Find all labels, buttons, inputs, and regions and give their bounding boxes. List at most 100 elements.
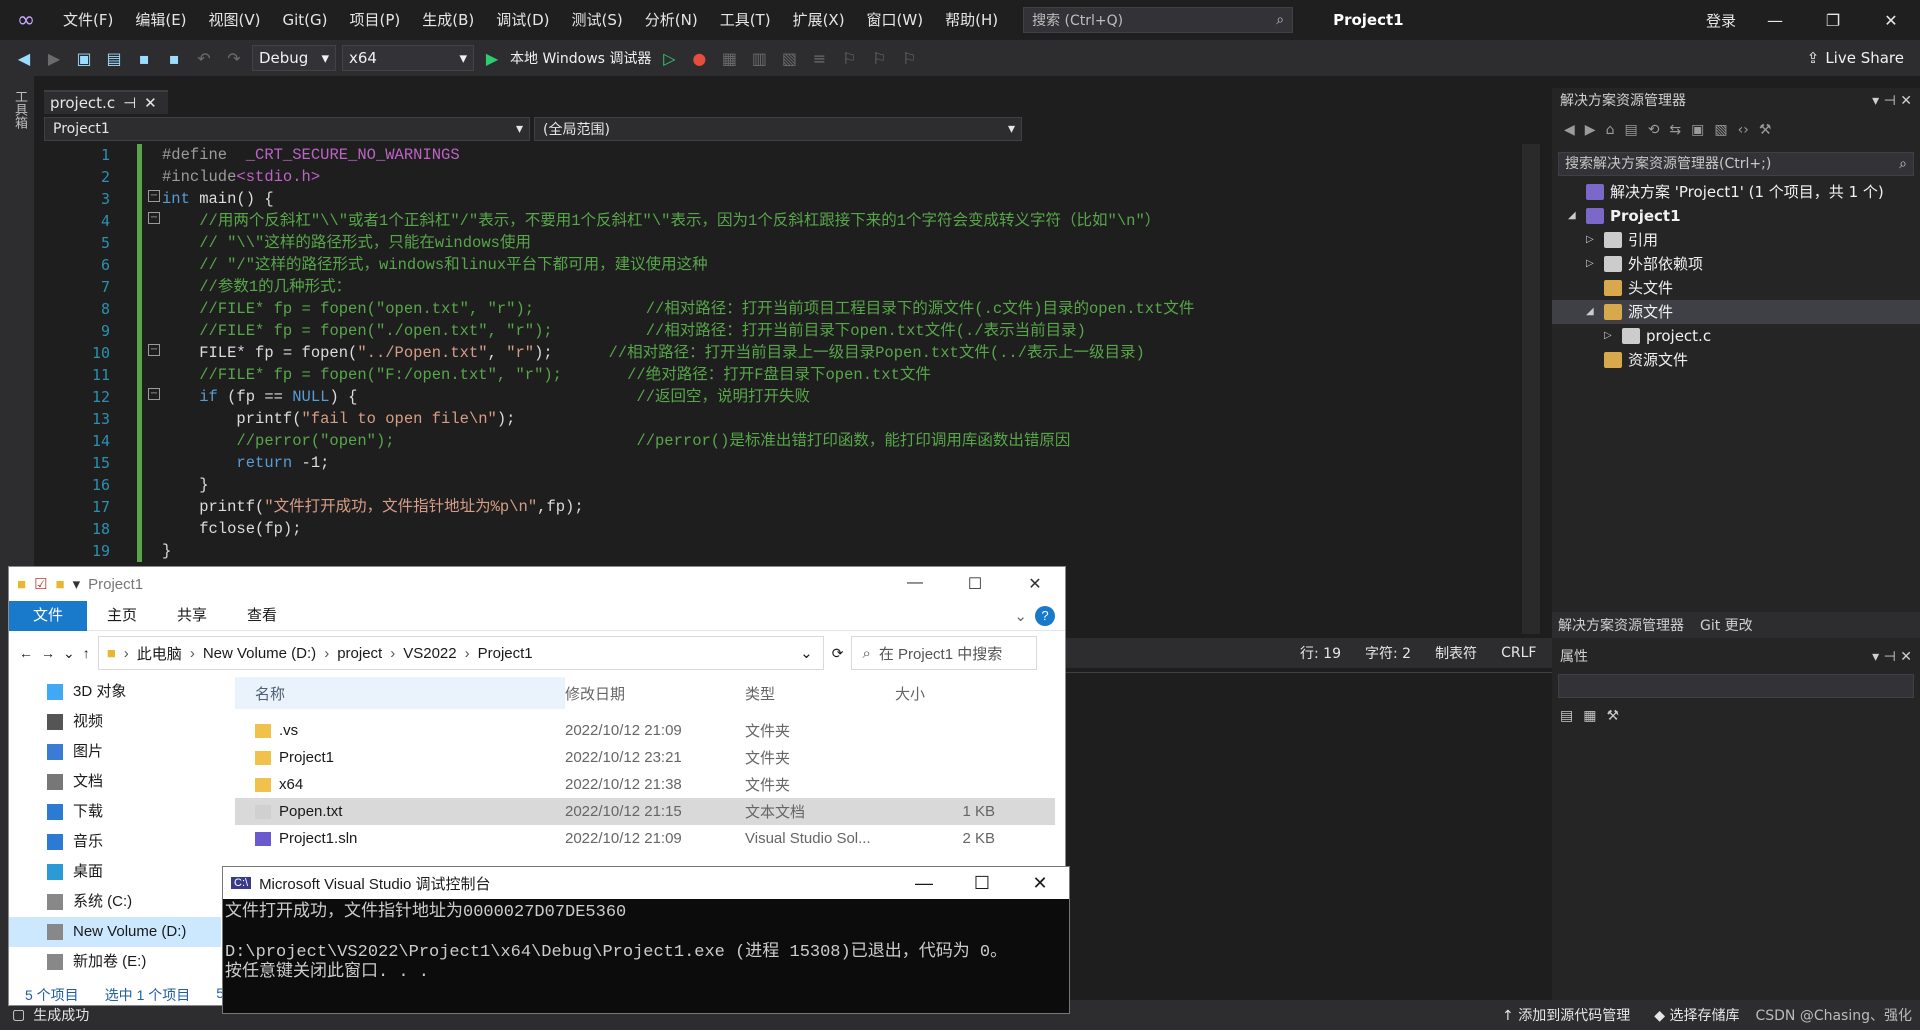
scope-navigation-dropdown[interactable]: (全局范围) ▾ <box>534 117 1022 141</box>
nav-item[interactable]: 文档 <box>9 767 221 797</box>
refresh-icon[interactable]: ⟳ <box>832 645 844 662</box>
code-line[interactable]: if (fp == NULL) { //返回空，说明打开失败 <box>162 386 1512 408</box>
layout-icon[interactable]: ▥ <box>747 46 771 70</box>
pending-changes-icon[interactable]: ⟲ <box>1648 122 1660 138</box>
ribbon-tab-share[interactable]: 共享 <box>157 601 227 631</box>
file-row[interactable]: x64 2022/10/12 21:38 文件夹 <box>235 771 1055 798</box>
save-icon[interactable]: ▪ <box>132 46 156 70</box>
close-button[interactable]: ✕ <box>1862 0 1920 40</box>
close-button[interactable]: ✕ <box>1005 574 1065 594</box>
file-row[interactable]: .vs 2022/10/12 21:09 文件夹 <box>235 717 1055 744</box>
properties-check-icon[interactable]: ☑ <box>34 575 47 593</box>
project-navigation-dropdown[interactable]: Project1 ▾ <box>44 117 530 141</box>
close-button[interactable]: ✕ <box>1011 873 1069 894</box>
menu-item[interactable]: 文件(F) <box>52 0 124 40</box>
bookmark-prev-icon[interactable]: ⚐ <box>867 46 891 70</box>
column-date[interactable]: 修改日期 <box>565 683 745 704</box>
forward-icon[interactable]: ▶ <box>1585 122 1596 138</box>
back-icon[interactable]: ← <box>19 645 33 661</box>
breadcrumb-separator-icon[interactable]: › <box>324 645 329 662</box>
nav-item[interactable]: 视频 <box>9 707 221 737</box>
nav-item[interactable]: 新加卷 (E:) <box>9 947 221 977</box>
nav-item[interactable]: 图片 <box>9 737 221 767</box>
nav-item[interactable]: 桌面 <box>9 857 221 887</box>
expand-arrow-icon[interactable]: ▷ <box>1586 228 1598 252</box>
tab-git-changes[interactable]: Git 更改 <box>1700 615 1753 635</box>
code-editor[interactable]: #define _CRT_SECURE_NO_WARNINGS #include<… <box>162 144 1512 562</box>
menu-item[interactable]: 编辑(E) <box>124 0 197 40</box>
column-type[interactable]: 类型 <box>745 683 895 704</box>
ribbon-tab-home[interactable]: 主页 <box>87 601 157 631</box>
menu-item[interactable]: 项目(P) <box>339 0 412 40</box>
expand-arrow-icon[interactable]: ▷ <box>1586 252 1598 276</box>
browse-icon[interactable]: ▦ <box>717 46 741 70</box>
menu-item[interactable]: 视图(V) <box>198 0 272 40</box>
minimize-button[interactable]: — <box>885 574 945 594</box>
fold-toggle-icon[interactable]: − <box>148 212 160 224</box>
breadcrumb-separator-icon[interactable]: › <box>465 645 470 662</box>
panel-options-icon[interactable]: ▾ ⊣ ✕ <box>1872 644 1912 670</box>
forward-icon[interactable]: → <box>41 645 55 661</box>
up-icon[interactable]: ↑ <box>83 645 90 661</box>
tree-item[interactable]: ◢ Project1 <box>1552 204 1920 228</box>
tree-item[interactable]: ▷ 外部依赖项 <box>1552 252 1920 276</box>
categorized-icon[interactable]: ▤ <box>1560 708 1573 724</box>
start-without-debugging-icon[interactable]: ▷ <box>657 46 681 70</box>
code-line[interactable]: fclose(fp); <box>162 518 1512 540</box>
code-line[interactable]: // "\\"这样的路径形式，只能在windows使用 <box>162 232 1512 254</box>
file-row[interactable]: Project1 2022/10/12 23:21 文件夹 <box>235 744 1055 771</box>
help-icon[interactable]: ? <box>1035 605 1055 626</box>
configuration-select[interactable]: Debug ▾ <box>252 45 336 71</box>
menu-item[interactable]: 工具(T) <box>709 0 782 40</box>
redo-icon[interactable]: ↷ <box>222 46 246 70</box>
tree-item[interactable]: 头文件 <box>1552 276 1920 300</box>
breadcrumb-separator-icon[interactable]: › <box>190 645 195 662</box>
code-line[interactable]: FILE* fp = fopen("../Popen.txt", "r"); /… <box>162 342 1512 364</box>
nav-item[interactable]: 下载 <box>9 797 221 827</box>
code-line[interactable]: printf("fail to open file\n"); <box>162 408 1512 430</box>
close-tab-icon[interactable]: ✕ <box>144 94 157 112</box>
panel-options-icon[interactable]: ▾ ⊣ ✕ <box>1872 88 1912 114</box>
platform-select[interactable]: x64 ▾ <box>342 45 474 71</box>
code-line[interactable]: printf("文件打开成功，文件指针地址为%p\n",fp); <box>162 496 1512 518</box>
code-line[interactable]: //参数1的几种形式： <box>162 276 1512 298</box>
show-all-files-icon[interactable]: ▧ <box>1714 122 1727 138</box>
tree-item[interactable]: ▷ 引用 <box>1552 228 1920 252</box>
breadcrumb-item[interactable]: VS2022 <box>403 645 456 662</box>
breadcrumb[interactable]: ■ › 此电脑 › New Volume (D:) › project › VS2022 › Pro… <box>97 636 824 670</box>
minimize-button[interactable]: — <box>1746 0 1804 40</box>
breadcrumb-item[interactable]: project <box>337 645 382 662</box>
tree-item[interactable]: 资源文件 <box>1552 348 1920 372</box>
ribbon-tab-view[interactable]: 查看 <box>227 601 297 631</box>
minimize-button[interactable]: — <box>895 873 953 894</box>
comment-icon[interactable]: ≡ <box>807 46 831 70</box>
solution-search-input[interactable]: 搜索解决方案资源管理器(Ctrl+;) ⌕ <box>1558 152 1914 176</box>
menu-item[interactable]: 扩展(X) <box>782 0 856 40</box>
pin-icon[interactable]: ⊣ <box>123 94 136 112</box>
file-row[interactable]: Popen.txt 2022/10/12 21:15 文本文档 1 KB <box>235 798 1055 825</box>
code-line[interactable]: #define _CRT_SECURE_NO_WARNINGS <box>162 144 1512 166</box>
nav-item[interactable]: New Volume (D:) <box>9 917 221 947</box>
document-tab[interactable]: project.c ⊣ ✕ <box>44 90 168 114</box>
nav-item[interactable]: 3D 对象 <box>9 677 221 707</box>
file-row[interactable]: Project1.sln 2022/10/12 21:09 Visual Studi… <box>235 825 1055 852</box>
new-folder-icon[interactable]: ■ <box>56 576 65 593</box>
code-line[interactable]: //FILE* fp = fopen("./open.txt", "r"); /… <box>162 320 1512 342</box>
login-button[interactable]: 登录 <box>1706 10 1736 31</box>
code-line[interactable]: return -1; <box>162 452 1512 474</box>
maximize-button[interactable]: ☐ <box>953 873 1011 894</box>
code-line[interactable]: // "/"这样的路径形式，windows和linux平台下都可用，建议使用这种 <box>162 254 1512 276</box>
select-repo-button[interactable]: ◆ 选择存储库 <box>1654 1005 1739 1025</box>
start-debugging-icon[interactable]: ▶ <box>480 46 504 70</box>
save-all-icon[interactable]: ▪ <box>162 46 186 70</box>
nav-item[interactable]: 音乐 <box>9 827 221 857</box>
hot-reload-icon[interactable]: ● <box>687 46 711 70</box>
alphabetical-icon[interactable]: ▦ <box>1583 708 1596 724</box>
live-share-button[interactable]: ⇪ Live Share <box>1807 49 1904 67</box>
code-line[interactable]: //FILE* fp = fopen("F:/open.txt", "r"); … <box>162 364 1512 386</box>
breadcrumb-item[interactable]: New Volume (D:) <box>203 645 316 662</box>
console-output[interactable]: 文件打开成功，文件指针地址为0000027D07DE5360 D:\projec… <box>223 899 1069 987</box>
menu-item[interactable]: 帮助(H) <box>934 0 1009 40</box>
switch-view-icon[interactable]: ▤ <box>1624 122 1637 138</box>
fold-toggle-icon[interactable]: − <box>148 344 160 356</box>
